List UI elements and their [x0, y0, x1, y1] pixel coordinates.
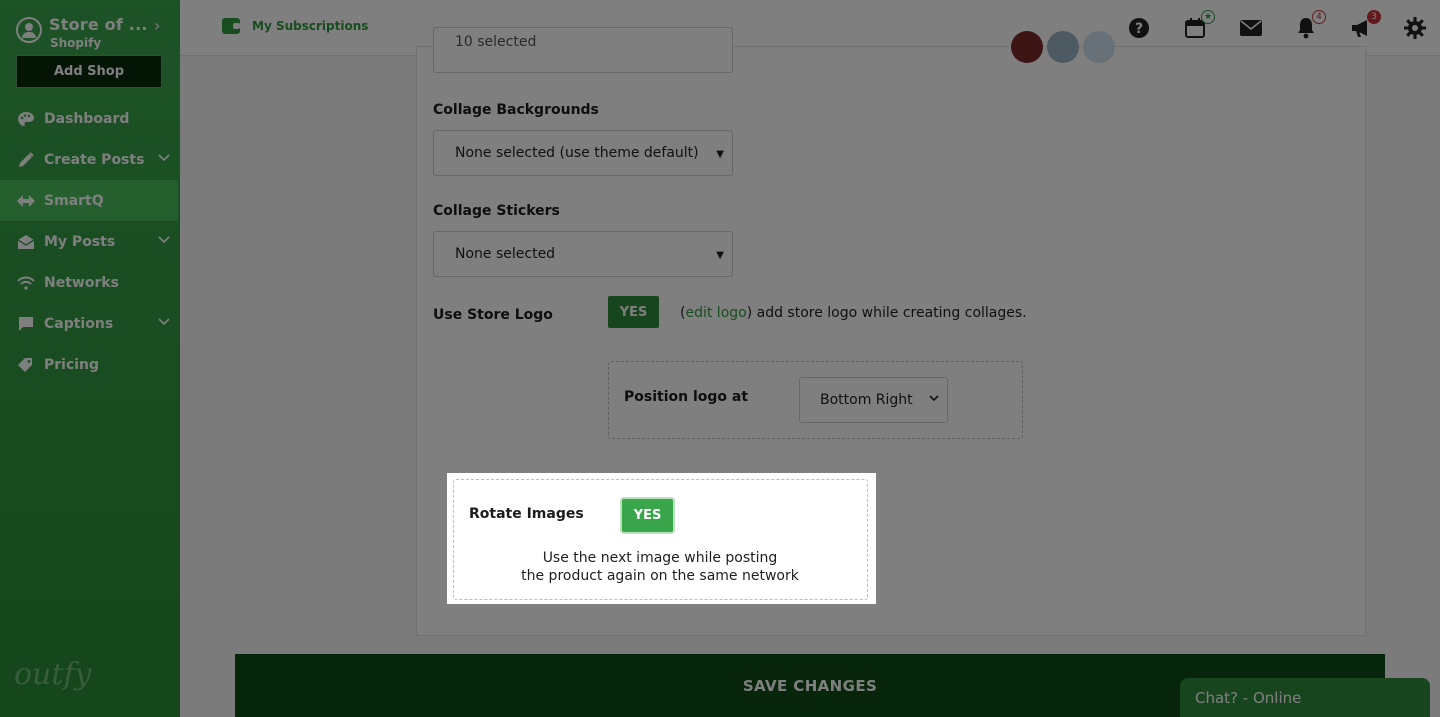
sidebar-item-create-posts[interactable]: Create Posts [0, 139, 180, 180]
edit-logo-link[interactable]: edit logo [685, 305, 746, 321]
smartq-icon [16, 192, 36, 210]
sidebar-item-label: Pricing [44, 356, 100, 373]
collage-stickers-select[interactable]: None selected ▼ [433, 231, 733, 277]
rotate-images-spotlight: Rotate Images YES Use the next image whi… [447, 473, 876, 604]
megaphone-icon[interactable]: 3 [1349, 10, 1381, 40]
caret-down-icon: ▼ [716, 250, 724, 261]
store-logo-note: (edit logo) add store logo while creatin… [680, 305, 1027, 321]
announcements-badge: 3 [1367, 10, 1381, 24]
bell-icon[interactable]: 4 [1294, 10, 1326, 40]
thumbnail-image [1047, 31, 1079, 63]
sidebar-item-pricing[interactable]: Pricing [0, 344, 180, 385]
help-icon[interactable]: ? [1127, 16, 1151, 40]
wallet-icon [222, 18, 240, 34]
sidebar-item-networks[interactable]: Networks [0, 262, 180, 303]
chat-widget-button[interactable]: Chat? - Online [1180, 678, 1430, 717]
sidebar-item-captions[interactable]: Captions [0, 303, 180, 344]
chevron-down-icon [929, 392, 939, 405]
use-store-logo-label: Use Store Logo [433, 307, 553, 323]
collage-backgrounds-select[interactable]: None selected (use theme default) ▼ [433, 130, 733, 176]
calendar-icon[interactable]: ★ [1183, 10, 1215, 40]
thumbnail-image [1083, 31, 1115, 63]
mail-icon[interactable] [1239, 16, 1263, 40]
rotate-images-label: Rotate Images [469, 506, 584, 522]
wifi-icon [16, 274, 36, 292]
selected-count-select[interactable]: 10 selected [433, 27, 733, 73]
caret-down-icon: ▼ [716, 149, 724, 160]
sidebar-item-my-posts[interactable]: My Posts [0, 221, 180, 262]
selected-images-preview [1011, 31, 1121, 65]
sidebar-item-label: My Posts [44, 233, 116, 250]
add-shop-button[interactable]: Add Shop [16, 55, 162, 88]
gear-icon[interactable] [1403, 16, 1427, 40]
sidebar-nav: Dashboard Create Posts SmartQ My Posts N… [0, 98, 180, 385]
pencil-icon [16, 151, 36, 169]
collage-backgrounds-value: None selected (use theme default) [455, 145, 699, 161]
store-name: Store of ... [49, 15, 148, 34]
collage-stickers-value: None selected [455, 246, 556, 262]
chevron-down-icon [158, 233, 170, 248]
tag-icon [16, 356, 36, 374]
sidebar-item-label: Dashboard [44, 110, 130, 127]
sidebar-item-smartq[interactable]: SmartQ [0, 180, 178, 221]
position-logo-select[interactable]: Bottom Right [799, 377, 948, 423]
use-store-logo-toggle[interactable]: YES [608, 296, 659, 328]
rotate-note-line-1: Use the next image while posting [542, 550, 778, 566]
store-switcher[interactable]: Store of ... Shopify › [16, 14, 166, 50]
user-avatar-icon [16, 17, 42, 43]
selected-count-value: 10 selected [455, 34, 537, 50]
brand-logo: outfy [14, 657, 92, 692]
chevron-right-icon: › [154, 16, 161, 35]
position-logo-value: Bottom Right [820, 392, 913, 408]
sidebar-item-label: Networks [44, 274, 120, 291]
store-logo-note-text: ) add store logo while creating collages… [746, 305, 1027, 321]
sidebar-item-label: Captions [44, 315, 114, 332]
my-subscriptions-label: My Subscriptions [252, 19, 369, 33]
collage-stickers-label: Collage Stickers [433, 203, 560, 219]
sidebar: Store of ... Shopify › Add Shop Dashboar… [0, 0, 180, 717]
sidebar-item-dashboard[interactable]: Dashboard [0, 98, 180, 139]
sidebar-item-label: Create Posts [44, 151, 145, 168]
chevron-down-icon [158, 151, 170, 166]
envelope-open-icon [16, 233, 36, 251]
collage-backgrounds-label: Collage Backgrounds [433, 102, 599, 118]
rotate-images-toggle[interactable]: YES [622, 499, 673, 532]
main-content: 10 selected Collage Backgrounds None sel… [180, 27, 1440, 717]
notifications-badge: 4 [1312, 10, 1326, 24]
thumbnail-image [1011, 31, 1043, 63]
rotate-images-note: Use the next image while posting the pro… [507, 549, 813, 585]
calendar-badge: ★ [1201, 10, 1215, 24]
my-subscriptions-link[interactable]: My Subscriptions [222, 18, 368, 34]
logo-position-box: Position logo at Bottom Right [608, 361, 1023, 439]
sidebar-item-label: SmartQ [44, 192, 104, 209]
comment-icon [16, 315, 36, 333]
palette-icon [16, 110, 36, 128]
rotate-note-line-2: the product again on the same network [521, 568, 799, 584]
chevron-down-icon [158, 315, 170, 330]
position-logo-label: Position logo at [624, 389, 749, 405]
svg-text:?: ? [1135, 21, 1143, 37]
store-platform: Shopify [50, 36, 102, 50]
